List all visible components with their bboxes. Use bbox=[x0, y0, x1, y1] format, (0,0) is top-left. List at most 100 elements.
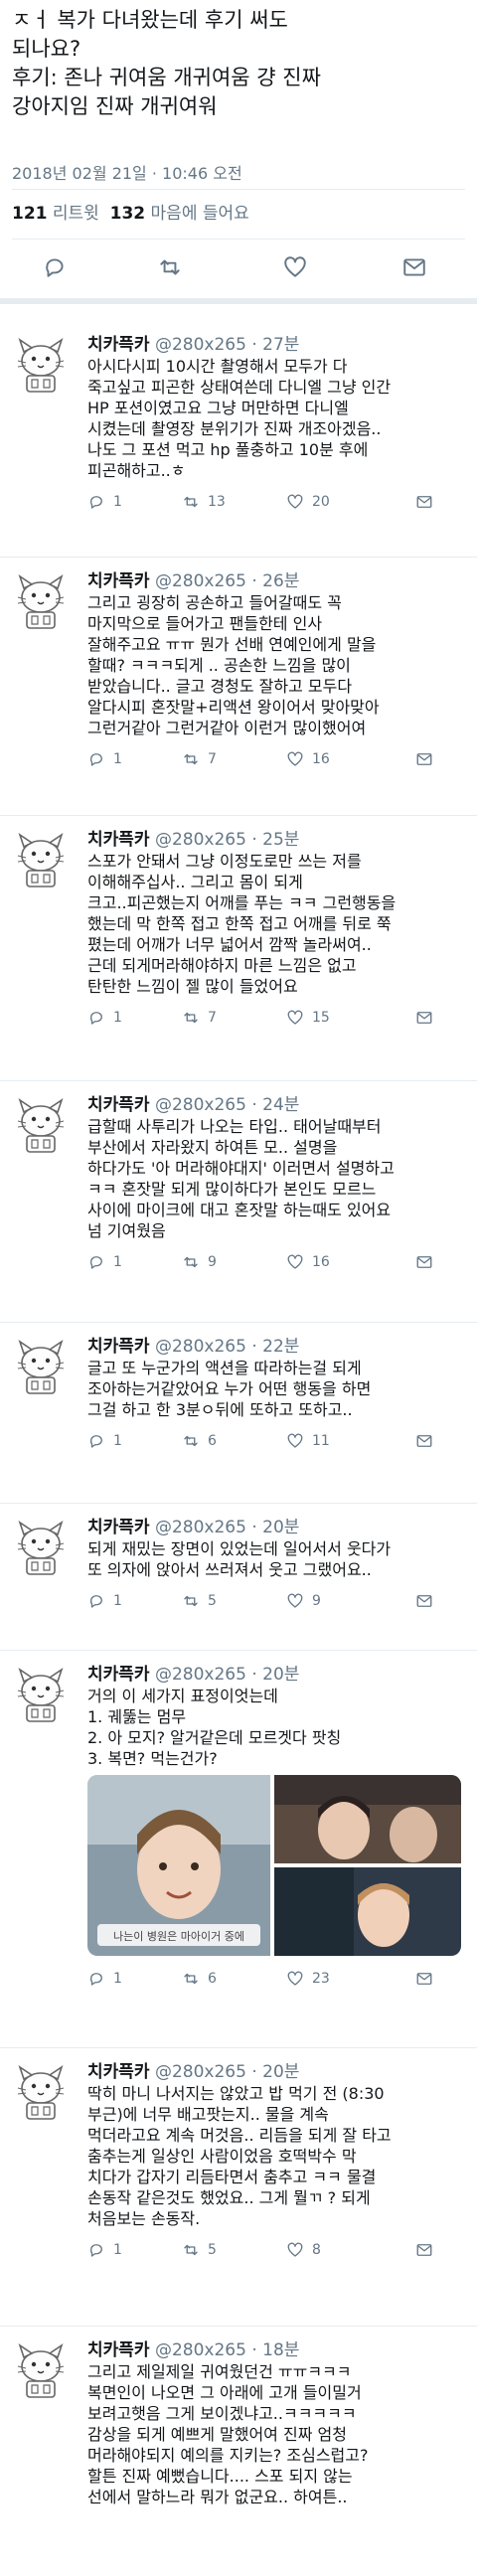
retweet-count[interactable]: 121 bbox=[12, 204, 48, 224]
avatar[interactable] bbox=[10, 572, 72, 634]
reply-icon[interactable] bbox=[87, 1432, 105, 1450]
direct-message-icon[interactable] bbox=[415, 2241, 433, 2259]
tweet-timestamp[interactable]: 2018년 02월 21일 · 10:46 오전 bbox=[12, 160, 242, 184]
direct-message-icon[interactable] bbox=[415, 1009, 433, 1027]
reply-button[interactable]: 1 bbox=[87, 493, 122, 511]
heart-icon[interactable] bbox=[286, 493, 304, 511]
retweet-button[interactable]: 7 bbox=[182, 1009, 217, 1027]
reply-icon[interactable] bbox=[87, 750, 105, 768]
reply-button[interactable]: 1 bbox=[87, 1970, 122, 1988]
direct-message-icon[interactable] bbox=[415, 1253, 433, 1271]
retweet-icon[interactable] bbox=[182, 2241, 200, 2259]
direct-message-button[interactable] bbox=[415, 2241, 433, 2259]
retweet-button[interactable]: 6 bbox=[182, 1970, 217, 1988]
user-handle[interactable]: @280x265 bbox=[155, 571, 246, 591]
direct-message-icon[interactable] bbox=[401, 254, 427, 280]
retweet-button[interactable]: 6 bbox=[182, 1432, 217, 1450]
like-button[interactable]: 20 bbox=[286, 493, 330, 511]
tweet-time[interactable]: · 27분 bbox=[251, 335, 299, 355]
retweet-icon[interactable] bbox=[157, 254, 183, 280]
like-label[interactable]: 마음에 들어요 bbox=[151, 204, 249, 224]
user-name[interactable]: 치카픅카 bbox=[87, 1095, 150, 1115]
direct-message-button[interactable] bbox=[415, 1970, 433, 1988]
direct-message-button[interactable] bbox=[415, 1432, 433, 1450]
direct-message-icon[interactable] bbox=[415, 1592, 433, 1610]
user-handle[interactable]: @280x265 bbox=[155, 1518, 246, 1537]
retweet-button[interactable]: 9 bbox=[182, 1253, 217, 1271]
heart-icon[interactable] bbox=[286, 1592, 304, 1610]
reply-icon[interactable] bbox=[87, 2241, 105, 2259]
heart-icon[interactable] bbox=[282, 254, 308, 280]
user-name[interactable]: 치카픅카 bbox=[87, 335, 150, 355]
like-button[interactable]: 23 bbox=[286, 1970, 330, 1988]
user-name[interactable]: 치카픅카 bbox=[87, 2062, 150, 2082]
user-handle[interactable]: @280x265 bbox=[155, 1337, 246, 1357]
direct-message-button[interactable] bbox=[415, 750, 433, 768]
reply-icon[interactable] bbox=[42, 254, 68, 280]
tweet-time[interactable]: · 24분 bbox=[251, 1095, 299, 1115]
user-handle[interactable]: @280x265 bbox=[155, 2340, 246, 2360]
retweet-button[interactable]: 13 bbox=[182, 493, 226, 511]
reply-button[interactable]: 1 bbox=[87, 1009, 122, 1027]
retweet-button[interactable]: 5 bbox=[182, 2241, 217, 2259]
reply-icon[interactable] bbox=[87, 1592, 105, 1610]
user-name[interactable]: 치카픅카 bbox=[87, 830, 150, 850]
avatar[interactable] bbox=[10, 2341, 72, 2403]
tweet-time[interactable]: · 20분 bbox=[251, 1518, 299, 1537]
tweet-time[interactable]: · 18분 bbox=[251, 2340, 299, 2360]
retweet-icon[interactable] bbox=[182, 1432, 200, 1450]
direct-message-icon[interactable] bbox=[415, 750, 433, 768]
reply-icon[interactable] bbox=[87, 1970, 105, 1988]
like-count[interactable]: 132 bbox=[110, 204, 146, 224]
heart-icon[interactable] bbox=[286, 2241, 304, 2259]
user-name[interactable]: 치카픅카 bbox=[87, 571, 150, 591]
user-handle[interactable]: @280x265 bbox=[155, 830, 246, 850]
retweet-icon[interactable] bbox=[182, 1253, 200, 1271]
retweet-icon[interactable] bbox=[182, 1970, 200, 1988]
like-button[interactable]: 16 bbox=[286, 750, 330, 768]
user-handle[interactable]: @280x265 bbox=[155, 1095, 246, 1115]
like-button[interactable]: 15 bbox=[286, 1009, 330, 1027]
user-name[interactable]: 치카픅카 bbox=[87, 1518, 150, 1537]
direct-message-icon[interactable] bbox=[415, 1432, 433, 1450]
photo[interactable]: 나는이 병원은 마아이거 중에 bbox=[87, 1775, 270, 1956]
avatar[interactable] bbox=[10, 831, 72, 892]
avatar[interactable] bbox=[10, 2063, 72, 2125]
direct-message-button[interactable] bbox=[415, 1009, 433, 1027]
avatar[interactable] bbox=[10, 1096, 72, 1158]
photo[interactable] bbox=[274, 1775, 461, 1863]
avatar[interactable] bbox=[10, 1519, 72, 1580]
reply-icon[interactable] bbox=[87, 493, 105, 511]
avatar[interactable] bbox=[10, 1666, 72, 1727]
heart-icon[interactable] bbox=[286, 750, 304, 768]
reply-icon[interactable] bbox=[87, 1009, 105, 1027]
user-name[interactable]: 치카픅카 bbox=[87, 2340, 150, 2360]
reply-button[interactable]: 1 bbox=[87, 1592, 122, 1610]
retweet-icon[interactable] bbox=[182, 493, 200, 511]
like-button[interactable]: 16 bbox=[286, 1253, 330, 1271]
heart-icon[interactable] bbox=[286, 1009, 304, 1027]
tweet-time[interactable]: · 20분 bbox=[251, 1665, 299, 1685]
avatar[interactable] bbox=[10, 1338, 72, 1399]
media-grid[interactable]: 나는이 병원은 마아이거 중에 bbox=[87, 1775, 461, 1956]
retweet-icon[interactable] bbox=[182, 1592, 200, 1610]
reply-icon[interactable] bbox=[87, 1253, 105, 1271]
retweet-label[interactable]: 리트윗 bbox=[53, 204, 99, 224]
user-name[interactable]: 치카픅카 bbox=[87, 1337, 150, 1357]
reply-button[interactable]: 1 bbox=[87, 1432, 122, 1450]
reply-button[interactable]: 1 bbox=[87, 1253, 122, 1271]
reply-button[interactable]: 1 bbox=[87, 750, 122, 768]
direct-message-button[interactable] bbox=[415, 493, 433, 511]
tweet-time[interactable]: · 20분 bbox=[251, 2062, 299, 2082]
user-name[interactable]: 치카픅카 bbox=[87, 1665, 150, 1685]
direct-message-icon[interactable] bbox=[415, 493, 433, 511]
reply-button[interactable]: 1 bbox=[87, 2241, 122, 2259]
retweet-icon[interactable] bbox=[182, 1009, 200, 1027]
like-button[interactable]: 11 bbox=[286, 1432, 330, 1450]
photo[interactable] bbox=[274, 1867, 461, 1956]
user-handle[interactable]: @280x265 bbox=[155, 1665, 246, 1685]
direct-message-icon[interactable] bbox=[415, 1970, 433, 1988]
tweet-time[interactable]: · 22분 bbox=[251, 1337, 299, 1357]
retweet-icon[interactable] bbox=[182, 750, 200, 768]
retweet-button[interactable]: 7 bbox=[182, 750, 217, 768]
